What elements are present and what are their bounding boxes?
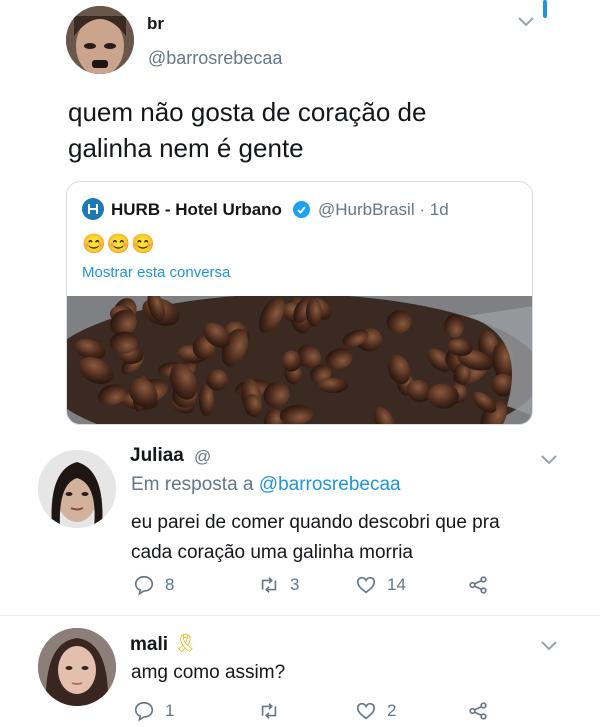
ribbon-emoji: 🎗 (174, 633, 197, 653)
tweet-text-line: galinha nem é gente (68, 133, 304, 163)
author-handle[interactable]: @barrosrebecaa (148, 48, 282, 69)
avatar-photo (38, 450, 116, 528)
share-button[interactable] (467, 700, 489, 722)
quoted-time[interactable]: 1d (430, 200, 449, 219)
tweet-text-line: quem não gosta de coração de (68, 97, 427, 127)
reply-author-name[interactable]: Juliaa (130, 445, 184, 467)
avatar[interactable] (66, 6, 134, 74)
reply-button[interactable]: 8 (133, 574, 174, 596)
quoted-media-image[interactable] (67, 290, 532, 424)
reply-icon (134, 575, 154, 596)
share-icon (469, 702, 487, 720)
chicken-heart (318, 377, 349, 393)
retweet-icon (261, 703, 277, 719)
chevron-down-icon[interactable] (540, 636, 558, 657)
meta-separator: · (419, 200, 426, 219)
reply-author-handle[interactable]: @ (194, 447, 211, 467)
share-button[interactable] (467, 574, 489, 596)
hurb-logo-icon (82, 198, 104, 220)
reply-count: 1 (165, 701, 175, 720)
quoted-emoji: 😊😊😊 (82, 234, 156, 255)
quoted-tweet-card[interactable]: HURB - Hotel Urbano @HurbBrasil · 1d 😊😊😊… (66, 181, 533, 425)
like-button[interactable]: 14 (355, 574, 406, 596)
chevron-down-icon[interactable] (517, 12, 535, 33)
reply-text: amg como assim? (131, 662, 286, 683)
share-icon (469, 576, 487, 594)
reply-to-link[interactable]: @barrosrebecaa (259, 474, 401, 495)
tweet-text: quem não gosta de coração de galinha nem… (68, 94, 426, 166)
retweet-button[interactable] (258, 700, 290, 722)
reply-count: 8 (165, 575, 175, 594)
reply-text: eu parei de comer quando descobri que pr… (131, 508, 500, 568)
chevron-down-icon[interactable] (540, 450, 558, 471)
retweet-count: 3 (290, 575, 300, 594)
heart-icon (356, 576, 376, 594)
reply-context-prefix: Em resposta a (131, 474, 254, 495)
retweet-icon (261, 577, 277, 593)
verified-badge-icon (293, 201, 310, 218)
scroll-indicator[interactable] (543, 0, 547, 18)
reply-button[interactable]: 1 (133, 700, 174, 722)
reply-text-line: eu parei de comer quando descobri que pr… (131, 512, 500, 533)
divider (0, 615, 600, 616)
quoted-handle[interactable]: @HurbBrasil (318, 200, 415, 219)
reply-icon (134, 701, 154, 722)
show-thread-link[interactable]: Mostrar esta conversa (82, 264, 230, 281)
avatar[interactable] (38, 628, 116, 706)
heart-icon (356, 702, 376, 720)
quoted-author-name[interactable]: HURB - Hotel Urbano (111, 200, 282, 220)
like-count: 14 (387, 575, 406, 594)
avatar[interactable] (38, 450, 116, 528)
reply-context: Em resposta a @barrosrebecaa (131, 474, 401, 496)
reply-author-name[interactable]: mali (130, 634, 168, 656)
quoted-meta: @HurbBrasil · 1d (318, 200, 449, 220)
avatar-photo (38, 628, 116, 706)
reply-text-line: cada coração uma galinha morria (131, 542, 413, 563)
like-button[interactable]: 2 (355, 700, 396, 722)
like-count: 2 (387, 701, 397, 720)
author-name[interactable]: br (147, 14, 164, 34)
avatar-photo (66, 6, 134, 74)
retweet-button[interactable]: 3 (258, 574, 299, 596)
